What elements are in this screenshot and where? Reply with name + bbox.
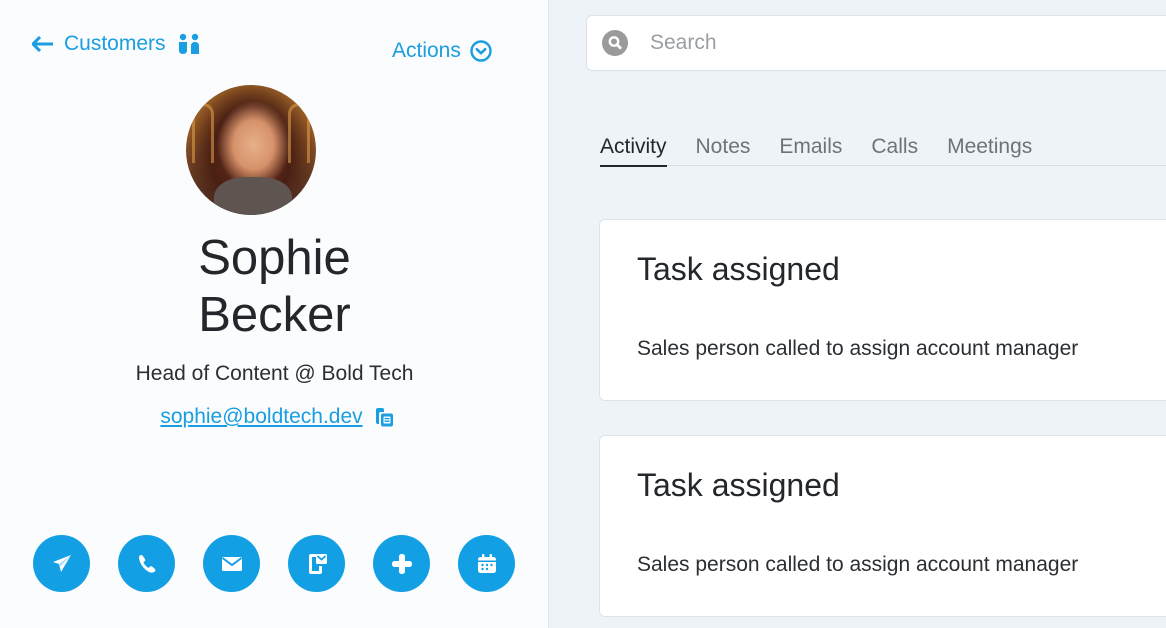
chevron-down-circle-icon [470, 40, 492, 62]
activity-card[interactable]: Task assigned Sales person called to ass… [599, 219, 1166, 401]
envelope-icon [221, 556, 242, 571]
plus-icon [391, 553, 412, 574]
tab-meetings[interactable]: Meetings [947, 128, 1032, 166]
activity-description: Sales person called to assign account ma… [637, 337, 1079, 360]
tab-activity[interactable]: Activity [600, 128, 667, 167]
avatar-scarf-detail [214, 177, 292, 215]
customer-job-title: Head of Content @ Bold Tech [135, 362, 414, 385]
search-icon [602, 30, 628, 56]
customer-first-name: Sophie [198, 231, 351, 285]
activity-description: Sales person called to assign account ma… [637, 553, 1079, 576]
activity-title: Task assigned [637, 467, 840, 503]
people-icon [178, 33, 199, 54]
tab-calls[interactable]: Calls [871, 128, 918, 166]
email-row: sophie@boldtech.dev [0, 405, 549, 429]
add-button[interactable] [373, 535, 430, 592]
avatar-background-detail [192, 103, 214, 163]
activity-card[interactable]: Task assigned Sales person called to ass… [599, 435, 1166, 617]
arrow-left-icon [32, 36, 53, 52]
mobile-mail-icon [308, 553, 327, 574]
avatar [186, 85, 316, 215]
activity-title: Task assigned [637, 251, 840, 287]
activity-tabs: Activity Notes Emails Calls Meetings [600, 128, 1166, 167]
calendar-icon [477, 553, 496, 573]
send-message-button[interactable] [33, 535, 90, 592]
mobile-message-button[interactable] [288, 535, 345, 592]
customer-name: Sophie Becker [0, 230, 549, 344]
customer-profile-panel: Customers Actions Sophie Becker Head of … [0, 0, 549, 628]
search-input[interactable] [650, 31, 1130, 55]
back-link-label: Customers [64, 32, 166, 55]
tab-emails[interactable]: Emails [779, 128, 842, 166]
customer-email-link[interactable]: sophie@boldtech.dev [160, 405, 362, 429]
avatar-background-detail [288, 103, 310, 163]
customer-last-name: Becker [198, 288, 351, 342]
search-bar [586, 15, 1166, 71]
email-button[interactable] [203, 535, 260, 592]
back-to-customers-link[interactable]: Customers [32, 31, 200, 57]
schedule-meeting-button[interactable] [458, 535, 515, 592]
call-button[interactable] [118, 535, 175, 592]
copy-icon[interactable] [373, 406, 395, 428]
quick-actions [33, 535, 515, 592]
actions-dropdown-button[interactable]: Actions [392, 38, 492, 64]
paper-plane-icon [52, 554, 71, 572]
phone-icon [138, 554, 155, 573]
actions-label: Actions [392, 39, 461, 62]
tab-notes[interactable]: Notes [696, 128, 751, 166]
